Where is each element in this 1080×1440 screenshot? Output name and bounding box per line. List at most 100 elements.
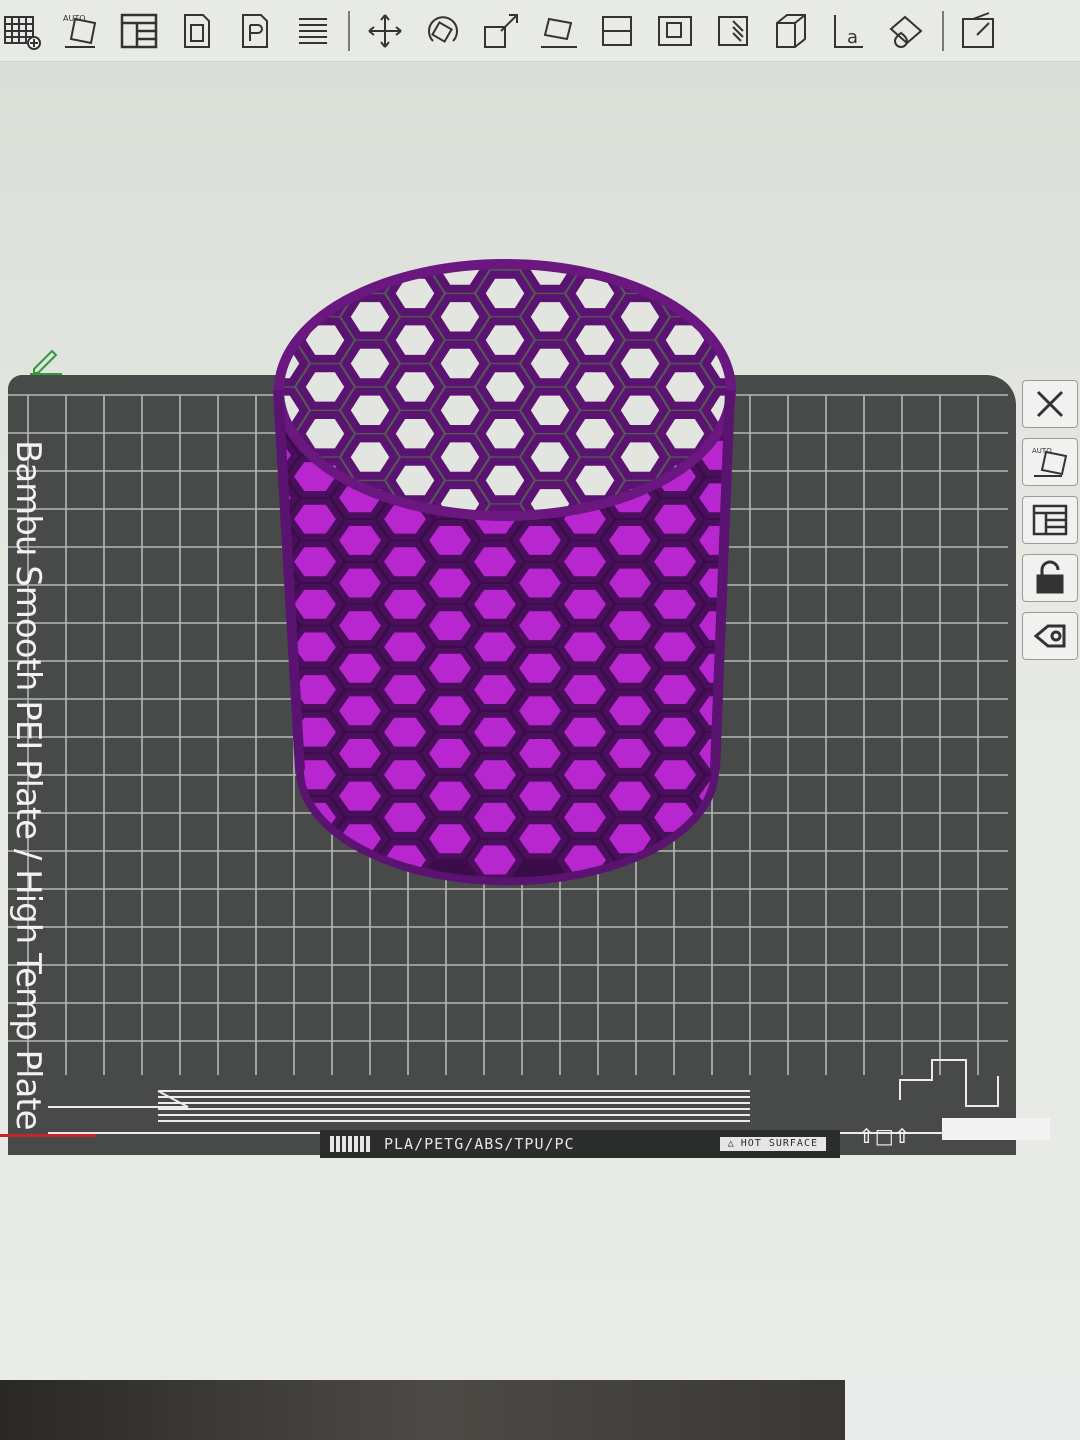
hex-cell	[466, 583, 524, 625]
lock-icon[interactable]	[1022, 554, 1078, 602]
rotate-icon[interactable]	[420, 8, 466, 54]
hex-cell	[611, 340, 669, 387]
close-icon[interactable]	[1022, 380, 1078, 428]
split-objects-icon[interactable]	[174, 8, 220, 54]
auto-orient-icon[interactable]: AUTO	[58, 8, 104, 54]
hex-cell	[556, 711, 614, 753]
variable-layer-icon[interactable]	[290, 8, 336, 54]
hex-cell	[421, 605, 479, 647]
layout-icon[interactable]	[116, 8, 162, 54]
hex-cell	[386, 457, 444, 504]
hex-cell	[646, 498, 704, 540]
hex-cell	[556, 669, 614, 710]
cut-icon[interactable]	[594, 8, 640, 54]
hex-cell	[601, 520, 659, 561]
hex-cell	[476, 411, 534, 457]
hex-cell	[740, 800, 760, 835]
hex-cell	[466, 541, 524, 583]
hex-cell	[376, 754, 434, 796]
support-paint-icon[interactable]	[710, 8, 756, 54]
hex-cell	[476, 317, 534, 363]
arrange-icon[interactable]	[1022, 496, 1078, 544]
scale-icon[interactable]	[478, 8, 524, 54]
hex-cell	[476, 457, 534, 504]
plate-info-bar: PLA/PETG/ABS/TPU/PC △ HOT SURFACE	[320, 1130, 840, 1158]
assembly-icon[interactable]	[956, 8, 1002, 54]
hex-cell	[611, 387, 669, 433]
hex-cell	[331, 562, 389, 604]
hex-cell	[740, 757, 760, 792]
hex-cell	[421, 520, 479, 561]
move-icon[interactable]	[362, 8, 408, 54]
toolbar-separator	[348, 10, 350, 51]
hex-cell	[601, 733, 659, 774]
hex-cell	[278, 690, 299, 732]
hex-cell	[279, 264, 309, 293]
arrange-grid-icon[interactable]	[0, 8, 46, 54]
hex-cell	[286, 541, 344, 583]
hex-cell	[556, 583, 614, 625]
lay-on-face-icon[interactable]	[536, 8, 582, 54]
color-paint-icon[interactable]	[884, 8, 930, 54]
hex-cell	[431, 387, 489, 433]
text-icon[interactable]: a	[826, 8, 872, 54]
hex-cell	[566, 364, 624, 410]
hex-cell	[511, 520, 569, 561]
qr-code-icon	[330, 1136, 370, 1152]
hex-cell	[341, 434, 399, 480]
hex-cell	[376, 711, 434, 753]
hex-cell	[376, 541, 434, 583]
hex-cell	[751, 368, 760, 405]
hex-cell	[421, 775, 479, 817]
hex-cell	[386, 317, 444, 363]
hex-cell	[751, 321, 760, 359]
x-axis-indicator	[0, 1134, 96, 1137]
hex-cell	[646, 669, 704, 710]
settings-icon[interactable]	[1022, 612, 1078, 660]
toolbar-separator	[942, 10, 944, 51]
hex-cell	[740, 715, 760, 750]
hex-cell	[601, 690, 659, 732]
hex-cell	[601, 605, 659, 647]
desk-paper	[845, 1380, 1080, 1440]
hex-cell	[278, 733, 299, 774]
hex-cell	[386, 411, 444, 457]
hex-cell	[341, 387, 399, 433]
hex-cell	[511, 733, 569, 774]
edit-pencil-icon[interactable]	[30, 345, 64, 375]
hex-cell	[611, 294, 669, 340]
hex-cell	[286, 498, 344, 540]
boolean-icon[interactable]	[652, 8, 698, 54]
hex-cell	[431, 294, 489, 340]
plate-corner-tab	[942, 1118, 1050, 1140]
split-parts-icon[interactable]	[232, 8, 278, 54]
hex-cell	[511, 775, 569, 817]
hex-cell	[601, 562, 659, 604]
hex-cell	[421, 647, 479, 689]
hex-cell	[421, 733, 479, 774]
hex-cell	[751, 415, 760, 452]
hex-cell	[376, 583, 434, 625]
hex-cell	[740, 459, 760, 494]
hex-cell	[341, 340, 399, 387]
hex-cell	[646, 541, 704, 583]
hex-cell	[476, 270, 534, 317]
hex-cell	[331, 690, 389, 732]
hex-cell	[740, 587, 760, 622]
hex-cell	[466, 711, 524, 753]
hex-cell	[556, 796, 614, 838]
auto-label: AUTO	[63, 14, 86, 23]
auto-orient-icon[interactable]: AUTO	[1022, 438, 1078, 486]
hex-cell	[601, 775, 659, 817]
filament-compat-text: PLA/PETG/ABS/TPU/PC	[384, 1135, 575, 1153]
text-tool-label: a	[847, 27, 858, 48]
slicer-window: AUTO a Bambu Smooth PEI Plate / High Tem…	[0, 0, 1080, 1380]
hex-cell	[556, 541, 614, 583]
hot-surface-warning: △ HOT SURFACE	[719, 1137, 826, 1151]
seam-paint-icon[interactable]	[768, 8, 814, 54]
hex-cell	[476, 364, 534, 410]
model-hexagon-cylinder[interactable]	[260, 250, 760, 900]
hex-cell	[740, 502, 760, 537]
hex-cell	[751, 275, 760, 312]
hex-cell	[740, 672, 760, 707]
